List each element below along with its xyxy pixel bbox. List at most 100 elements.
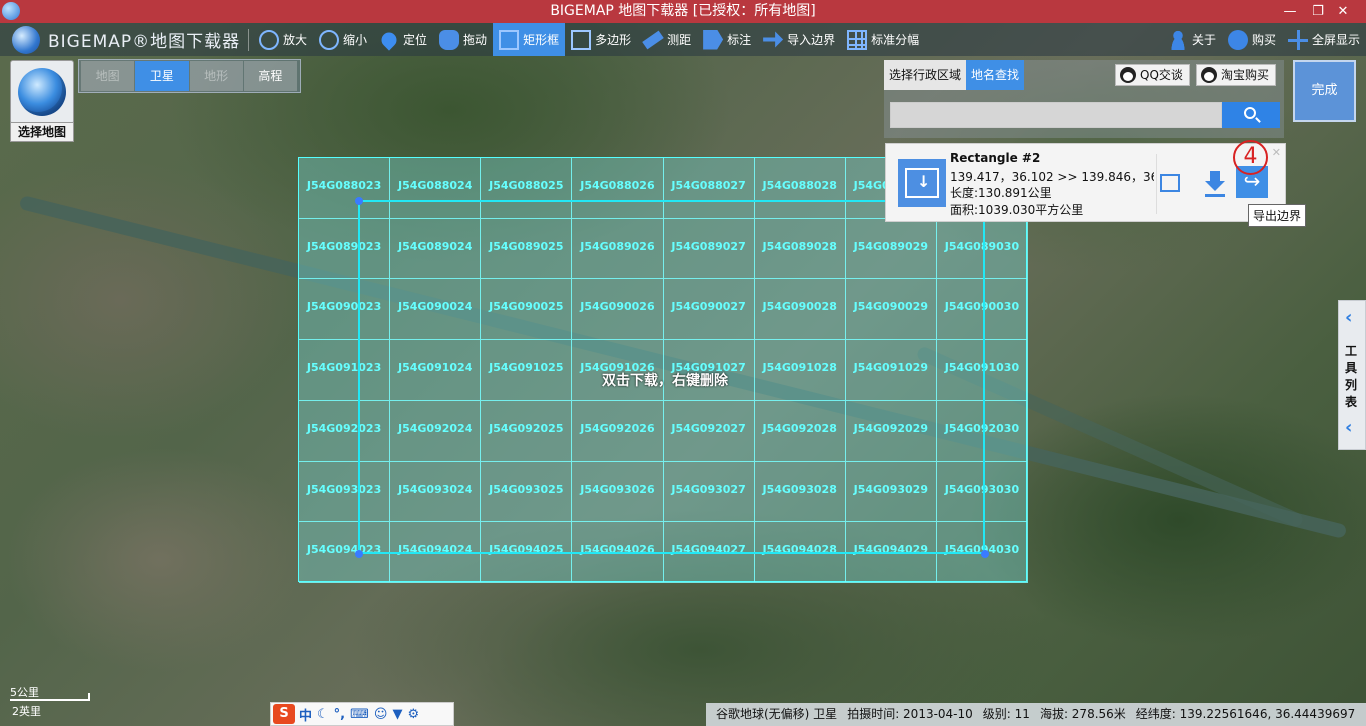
- pan-label: 拖动: [463, 33, 488, 47]
- about-label: 关于: [1191, 33, 1216, 47]
- brand-text: BIGEMAP®地图下载器: [48, 32, 241, 52]
- select-map-button[interactable]: 选择地图: [10, 60, 74, 142]
- about-button[interactable]: 关于: [1162, 23, 1222, 56]
- status-source: 谷歌地球(无偏移) 卫星: [716, 707, 838, 721]
- locate-label: 定位: [403, 33, 428, 47]
- scale-km: 5公里: [10, 686, 39, 699]
- zoom-in-label: 放大: [283, 33, 308, 47]
- tool-list-panel[interactable]: ‹ 工具列表 ‹: [1338, 300, 1366, 450]
- title-bar: BIGEMAP 地图下载器 [已授权：所有地图] — ❐ ✕: [0, 0, 1366, 23]
- tab-map[interactable]: 地图: [81, 61, 135, 91]
- standard-sheet-button[interactable]: 标准分幅: [841, 23, 925, 56]
- brand: BIGEMAP®地图下载器: [0, 25, 244, 54]
- qq-chat-label: QQ交谈: [1140, 68, 1183, 82]
- polygon-button[interactable]: 多边形: [565, 23, 637, 56]
- search-button[interactable]: [1222, 102, 1280, 128]
- user-icon[interactable]: ☺: [374, 707, 388, 722]
- fullscreen-button[interactable]: 全屏显示: [1282, 23, 1366, 56]
- ime-toolbar[interactable]: S 中 ☾ °, ⌨ ☺ ▼ ⚙: [270, 702, 454, 726]
- punctuation-icon[interactable]: °,: [334, 707, 345, 722]
- tool-list-label: 工具列表: [1345, 344, 1358, 409]
- locate-button[interactable]: 定位: [373, 23, 433, 56]
- status-level: 级别: 11: [982, 707, 1030, 721]
- hand-icon: [439, 29, 460, 50]
- tab-place-search[interactable]: 地名查找: [966, 60, 1025, 90]
- main-toolbar: BIGEMAP®地图下载器 放大 缩小 定位 拖动 矩形框 多边形 测距 标注 …: [0, 23, 1366, 56]
- download-area-icon: [898, 159, 946, 207]
- import-boundary-button[interactable]: 导入边界: [757, 23, 841, 56]
- taobao-icon: [1201, 67, 1217, 83]
- rect-vertex-bottom-left[interactable]: [355, 550, 363, 558]
- status-lonlat: 经纬度: 139.22561646, 36.44439697: [1135, 707, 1356, 721]
- chevron-left-icon[interactable]: ‹: [1345, 307, 1352, 328]
- pan-button[interactable]: 拖动: [433, 23, 493, 56]
- marker-icon: [703, 29, 724, 50]
- buy-label: 购买: [1251, 33, 1276, 47]
- measure-button[interactable]: 测距: [637, 23, 697, 56]
- close-card-icon[interactable]: ✕: [1272, 146, 1281, 159]
- export-boundary-tooltip: 导出边界: [1248, 204, 1307, 227]
- divider: [248, 28, 249, 51]
- earth-icon: [18, 68, 66, 116]
- toolbar-right: 关于 购买 全屏显示: [1162, 23, 1366, 56]
- buy-button[interactable]: 购买: [1222, 23, 1282, 56]
- rectangle-result-card: Rectangle #2 139.417，36.102 >> 139.846，3…: [885, 143, 1286, 222]
- import-arrow-icon: [763, 31, 784, 48]
- measure-label: 测距: [667, 33, 692, 47]
- scale-line: [10, 693, 90, 701]
- zoom-in-icon: [259, 29, 279, 50]
- edit-icon[interactable]: [1160, 174, 1180, 192]
- search-panel: 选择行政区域 地名查找 QQ交谈 淘宝购买: [884, 60, 1284, 138]
- qq-penguin-icon: [1120, 67, 1136, 83]
- step-number-badge: 4: [1233, 140, 1268, 175]
- place-search-input[interactable]: [890, 102, 1222, 128]
- rectangle-label: 矩形框: [523, 33, 560, 47]
- minimize-button[interactable]: —: [1276, 0, 1304, 23]
- chevron-left-icon[interactable]: ‹: [1345, 417, 1352, 438]
- rectangle-icon: [499, 29, 520, 50]
- map-hint: 双击下载，右键删除: [602, 373, 728, 389]
- scale-mi: 2英里: [12, 705, 41, 718]
- tab-satellite[interactable]: 卫星: [135, 61, 189, 91]
- close-button[interactable]: ✕: [1320, 0, 1366, 23]
- person-icon: [1167, 29, 1188, 50]
- zoom-out-button[interactable]: 缩小: [313, 23, 373, 56]
- grid-icon: [847, 29, 868, 50]
- ime-mode[interactable]: 中: [299, 705, 312, 724]
- tab-terrain[interactable]: 地形: [189, 61, 243, 91]
- done-button[interactable]: 完成: [1293, 60, 1356, 122]
- tab-elevation[interactable]: 高程: [243, 61, 297, 91]
- annotate-label: 标注: [727, 33, 752, 47]
- rectangle-area: 面积:1039.030平方公里: [950, 203, 1084, 217]
- rectangle-length: 长度:130.891公里: [950, 186, 1052, 200]
- taobao-buy-button[interactable]: 淘宝购买: [1196, 64, 1277, 86]
- brand-globe-icon: [12, 25, 40, 54]
- polygon-icon: [571, 29, 592, 50]
- moon-icon[interactable]: ☾: [317, 707, 329, 722]
- standard-sheet-label: 标准分幅: [871, 33, 920, 47]
- fullscreen-label: 全屏显示: [1311, 33, 1360, 47]
- select-map-label: 选择地图: [10, 122, 74, 142]
- location-pin-icon: [378, 28, 400, 51]
- rect-vertex-bottom-right[interactable]: [981, 550, 989, 558]
- zoom-in-button[interactable]: 放大: [253, 23, 313, 56]
- rectangle-button[interactable]: 矩形框: [493, 23, 566, 56]
- polygon-label: 多边形: [595, 33, 632, 47]
- rect-vertex-top-left[interactable]: [355, 197, 363, 205]
- divider: [1156, 154, 1157, 214]
- wrench-icon[interactable]: ⚙: [407, 707, 419, 722]
- zoom-out-label: 缩小: [343, 33, 368, 47]
- ruler-icon: [642, 30, 664, 49]
- rectangle-coords: 139.417，36.102 >> 139.846，36.3: [950, 170, 1154, 184]
- download-icon[interactable]: [1202, 169, 1234, 199]
- bag-icon: [1227, 29, 1248, 50]
- zoom-out-icon: [319, 29, 340, 50]
- import-boundary-label: 导入边界: [787, 33, 836, 47]
- tab-admin-region[interactable]: 选择行政区域: [884, 60, 967, 90]
- qq-chat-button[interactable]: QQ交谈: [1115, 64, 1190, 86]
- keyboard-icon[interactable]: ⌨: [350, 707, 369, 722]
- window-title: BIGEMAP 地图下载器 [已授权：所有地图]: [550, 3, 816, 19]
- shirt-icon[interactable]: ▼: [392, 707, 402, 722]
- search-icon: [1244, 107, 1256, 119]
- annotate-button[interactable]: 标注: [697, 23, 757, 56]
